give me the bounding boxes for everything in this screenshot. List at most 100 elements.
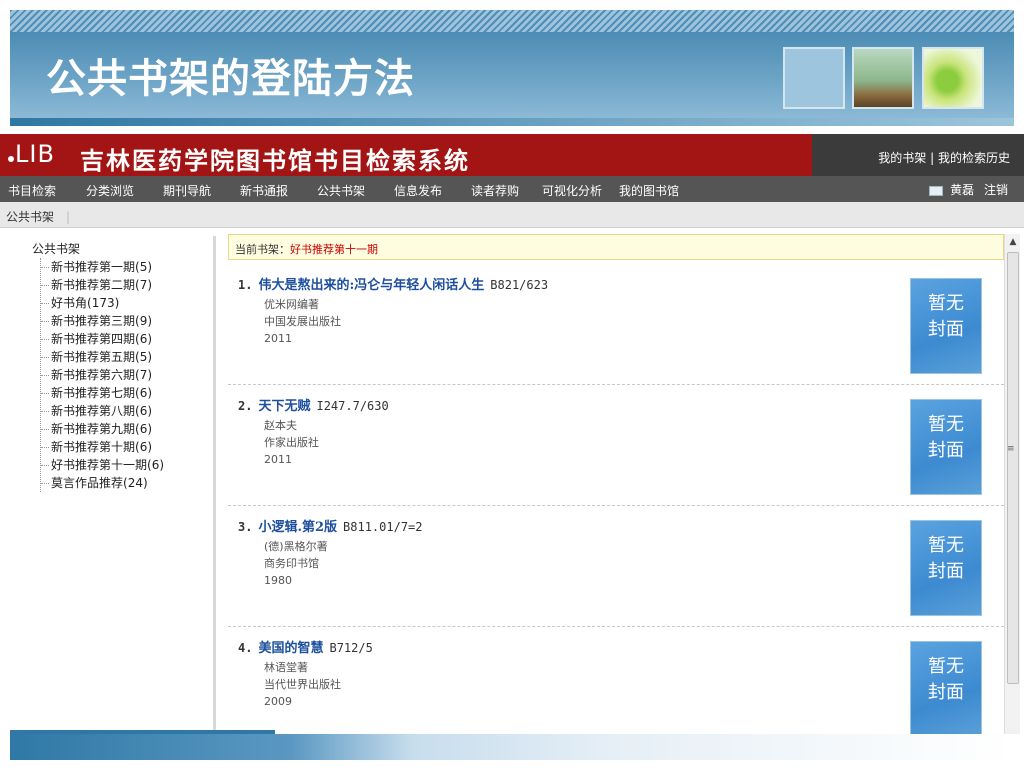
book-list-item: 4. 美国的智慧 B712/5 林语堂著 当代世界出版社 2009 暂无 封面 <box>228 627 1004 734</box>
shelf-item-name: 莫言作品推荐 <box>51 476 124 490</box>
shelf-tree-item[interactable]: 新书推荐第十期(6) <box>41 438 164 456</box>
shelf-item-count: (6) <box>135 386 153 400</box>
shelf-item-name: 好书角 <box>51 296 88 310</box>
nav-public-shelf[interactable]: 公共书架 <box>317 182 365 199</box>
book-author: (德)黑格尔著 <box>264 540 328 553</box>
book-author: 赵本夫 <box>264 419 297 432</box>
shelf-item-count: (173) <box>87 296 120 310</box>
book-title-link[interactable]: 小逻辑.第2版 <box>258 520 337 535</box>
book-number: 4. <box>238 641 253 655</box>
book-author: 优米网编著 <box>264 298 319 311</box>
shelf-tree-item[interactable]: 新书推荐第五期(5) <box>41 348 164 366</box>
shelf-tree-item[interactable]: 新书推荐第四期(6) <box>41 330 164 348</box>
nav-category-browse[interactable]: 分类浏览 <box>86 182 134 199</box>
book-call-number: I247.7/630 <box>316 399 389 413</box>
shelf-item-name: 新书推荐第十期 <box>51 440 136 454</box>
shelf-item-name: 新书推荐第八期 <box>51 404 136 418</box>
shelf-tree-item[interactable]: 新书推荐第六期(7) <box>41 366 164 384</box>
slide-stripe-decoration <box>10 10 1014 32</box>
book-list-item: 3. 小逻辑.第2版 B811.01/7=2 (德)黑格尔著 商务印书馆 1980 暂无 封面 <box>228 506 1004 627</box>
shelf-tree-item[interactable]: 好书推荐第十一期(6) <box>41 456 164 474</box>
no-cover-placeholder[interactable]: 暂无 封面 <box>910 641 982 734</box>
system-title: 吉林医药学院图书馆书目检索系统 <box>80 146 470 175</box>
shelf-item-name: 新书推荐第二期 <box>51 278 136 292</box>
nav-book-search[interactable]: 书目检索 <box>8 182 56 199</box>
shelf-tree-item[interactable]: 好书角(173) <box>41 294 164 312</box>
no-cover-placeholder[interactable]: 暂无 封面 <box>910 520 982 616</box>
book-number: 1. <box>238 278 253 292</box>
shelf-item-count: (24) <box>123 476 148 490</box>
shelf-item-name: 新书推荐第七期 <box>51 386 136 400</box>
leaf-thumbnail-image <box>922 47 984 109</box>
shelf-item-name: 新书推荐第四期 <box>51 332 136 346</box>
shelf-item-count: (6) <box>135 440 153 454</box>
breadcrumb-current[interactable]: 公共书架 <box>6 210 54 224</box>
user-area: 黄磊 注销 <box>929 181 1008 198</box>
ilib-logo[interactable]: LIB <box>8 140 55 168</box>
shelf-item-count: (9) <box>135 314 153 328</box>
book-title-line: 4. 美国的智慧 B712/5 <box>238 637 373 656</box>
slide-banner-line <box>10 118 1014 126</box>
book-publisher: 商务印书馆 <box>264 557 319 570</box>
content-scrollbar[interactable]: ▲ ≡ <box>1004 234 1020 734</box>
shelf-tree-item[interactable]: 新书推荐第三期(9) <box>41 312 164 330</box>
slide-footer <box>10 734 1014 760</box>
nav-new-books[interactable]: 新书通报 <box>240 182 288 199</box>
shelf-item-count: (5) <box>135 350 153 364</box>
breadcrumb-separator: | <box>66 210 71 224</box>
scroll-grip-icon: ≡ <box>1007 444 1015 454</box>
no-cover-placeholder[interactable]: 暂无 封面 <box>910 278 982 374</box>
current-shelf-name: 好书推荐第十一期 <box>290 243 378 256</box>
book-list-item: 2. 天下无贼 I247.7/630 赵本夫 作家出版社 2011 暂无 封面 <box>228 385 1004 506</box>
header-links: 我的书架 | 我的检索历史 <box>878 149 1010 166</box>
book-year: 2009 <box>264 695 292 708</box>
shelf-tree-root[interactable]: 公共书架 <box>32 240 80 257</box>
logout-link[interactable]: 注销 <box>984 183 1008 197</box>
sky-thumbnail-image <box>783 47 845 109</box>
user-card-icon <box>929 185 944 196</box>
book-number: 3. <box>238 520 253 534</box>
shelf-tree-panel: 公共书架 新书推荐第一期(5) 新书推荐第二期(7) 好书角(173) 新书推荐第三期… <box>6 236 216 734</box>
nav-journal-guide[interactable]: 期刊导航 <box>163 182 211 199</box>
user-name[interactable]: 黄磊 <box>950 183 974 197</box>
shelf-tree-item[interactable]: 莫言作品推荐(24) <box>41 474 164 492</box>
shelf-tree-item[interactable]: 新书推荐第八期(6) <box>41 402 164 420</box>
logo-text: LIB <box>15 140 55 168</box>
book-title-link[interactable]: 伟大是熬出来的:冯仑与年轻人闲话人生 <box>258 278 484 293</box>
book-publisher: 当代世界出版社 <box>264 678 341 691</box>
book-number: 2. <box>238 399 253 413</box>
header-link-separator: | <box>930 151 938 165</box>
shelf-item-count: (6) <box>147 458 165 472</box>
book-list-item: 1. 伟大是熬出来的:冯仑与年轻人闲话人生 B821/623 优米网编著 中国发展出版社… <box>228 264 1004 385</box>
shelf-tree-item[interactable]: 新书推荐第一期(5) <box>41 258 164 276</box>
scroll-up-arrow-icon[interactable]: ▲ <box>1005 234 1021 250</box>
book-title-link[interactable]: 天下无贼 <box>258 399 310 414</box>
main-navbar: 书目检索 分类浏览 期刊导航 新书通报 公共书架 信息发布 读者荐购 可视化分析… <box>0 176 1024 202</box>
shelf-item-count: (6) <box>135 404 153 418</box>
shelf-item-count: (7) <box>135 278 153 292</box>
shelf-tree-item[interactable]: 新书推荐第二期(7) <box>41 276 164 294</box>
book-title-line: 1. 伟大是熬出来的:冯仑与年轻人闲话人生 B821/623 <box>238 274 548 293</box>
book-call-number: B811.01/7=2 <box>343 520 423 534</box>
header-links-area: 我的书架 | 我的检索历史 <box>812 134 1024 176</box>
book-title-line: 3. 小逻辑.第2版 B811.01/7=2 <box>238 516 423 535</box>
shelf-item-count: (5) <box>135 260 153 274</box>
shelf-item-count: (6) <box>135 422 153 436</box>
no-cover-placeholder[interactable]: 暂无 封面 <box>910 399 982 495</box>
book-call-number: B821/623 <box>490 278 549 292</box>
nav-info-release[interactable]: 信息发布 <box>394 182 442 199</box>
shelf-item-name: 新书推荐第一期 <box>51 260 136 274</box>
breadcrumb: 公共书架 | <box>6 208 70 225</box>
my-shelf-link[interactable]: 我的书架 <box>878 151 926 165</box>
sprout-thumbnail-image <box>852 47 914 109</box>
book-title-link[interactable]: 美国的智慧 <box>258 641 323 656</box>
nav-my-library[interactable]: 我的图书馆 <box>619 182 679 199</box>
nav-visual-analysis[interactable]: 可视化分析 <box>542 182 602 199</box>
shelf-tree-item[interactable]: 新书推荐第九期(6) <box>41 420 164 438</box>
breadcrumb-bar: 公共书架 | <box>0 202 1024 228</box>
shelf-tree-item[interactable]: 新书推荐第七期(6) <box>41 384 164 402</box>
search-history-link[interactable]: 我的检索历史 <box>938 151 1010 165</box>
nav-reader-recommend[interactable]: 读者荐购 <box>471 182 519 199</box>
book-call-number: B712/5 <box>329 641 373 655</box>
scroll-thumb[interactable] <box>1007 252 1019 684</box>
